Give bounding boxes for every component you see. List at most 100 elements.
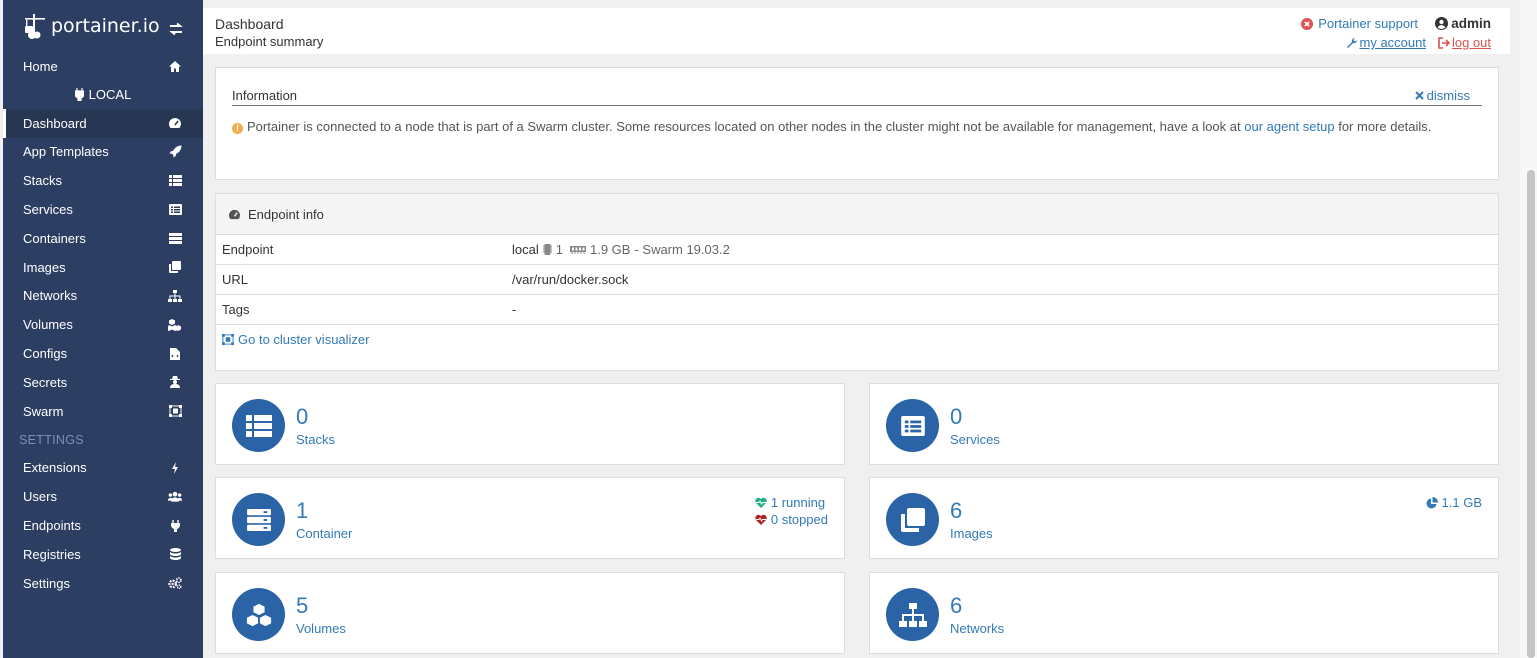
sidebar-item-label: Registries [23,546,81,562]
container-status: 1 running 0 stopped [755,494,828,528]
cubes-icon [232,588,285,641]
sidebar-item-volumes[interactable]: Volumes [3,310,203,339]
containers-tile[interactable]: 1 Container 1 running 0 stopped [215,477,845,559]
clone-icon [886,493,939,546]
close-icon [1414,91,1424,100]
sidebar-item-networks[interactable]: Networks [3,282,203,311]
images-tile[interactable]: 6 Images 1.1 GB [869,477,1499,559]
stacks-label: Stacks [296,432,336,447]
dismiss-label: dismiss [1426,88,1470,103]
brand: portainer.io [3,0,203,52]
sidebar-item-label: Swarm [23,403,64,419]
endpoint-info-header: Endpoint info [216,194,1498,235]
sidebar-item-endpoints[interactable]: Endpoints [3,511,203,540]
agent-setup-link[interactable]: our agent setup [1244,119,1334,134]
sidebar-item-secrets[interactable]: Secrets [3,368,203,397]
wrench-icon [1346,37,1357,48]
scrollbar-thumb[interactable] [1527,170,1535,658]
sidebar-item-users[interactable]: Users [3,482,203,511]
sidebar-item-label: Containers [23,230,86,246]
my-account-label: my account [1359,35,1426,50]
log-out-link[interactable]: log out [1438,35,1491,50]
sidebar-item-swarm[interactable]: Swarm [3,397,203,426]
table-row: URL /var/run/docker.sock [216,265,1498,295]
services-label: Services [950,432,1000,447]
sidebar-item-label: Users [23,489,57,505]
sidebar-item-label: Images [23,259,66,275]
row-key: Endpoint [222,242,274,257]
endpoint-info-panel: Endpoint info Endpoint local 1 1.9 GB - … [215,193,1499,371]
portainer-support-link[interactable]: Portainer support [1301,16,1418,31]
object-group-icon [222,334,234,345]
sidebar-item-dashboard[interactable]: Dashboard [3,108,203,138]
th-list-icon [232,399,285,452]
information-header: Information dismiss [232,88,1482,106]
username: admin [1451,16,1491,31]
row-value: - [512,302,517,317]
logo-text: portainer.io [51,15,160,37]
sign-out-icon [1438,36,1450,49]
images-label: Images [950,526,993,541]
sidebar-item-registries[interactable]: Registries [3,540,203,569]
sidebar-item-configs[interactable]: Configs [3,339,203,368]
stopped-status: 0 stopped [755,511,828,528]
support-label: Portainer support [1318,16,1418,31]
sidebar-item-extensions[interactable]: Extensions [3,454,203,483]
sidebar-item-label: Settings [23,575,70,591]
stacks-tile[interactable]: 0 Stacks [215,383,845,465]
page-title: Dashboard [215,16,284,32]
sidebar-item-containers[interactable]: Containers [3,224,203,253]
sidebar-item-label: App Templates [23,144,109,160]
cogs-icon [168,576,182,590]
endpoint-section-header: LOCAL [3,81,203,109]
services-tile[interactable]: 0 Services [869,383,1499,465]
sidebar-item-label: Stacks [23,173,63,189]
rocket-icon [168,145,182,159]
cluster-visualizer-link[interactable]: Go to cluster visualizer [222,332,370,347]
sitemap-icon [168,289,182,303]
list-alt-icon [886,399,939,452]
cubes-icon [168,318,182,332]
stopped-count: 0 stopped [770,512,828,527]
sidebar-item-services[interactable]: Services [3,195,203,224]
pie-chart-icon [1426,496,1438,508]
sidebar-item-stacks[interactable]: Stacks [3,166,203,195]
information-message: ! Portainer is connected to a node that i… [232,118,1448,135]
vertical-scrollbar[interactable] [1520,0,1537,658]
times-circle-icon [1301,17,1314,30]
message-text-end: for more details. [1334,119,1432,134]
dismiss-button[interactable]: dismiss [1414,88,1470,103]
sidebar-item-settings[interactable]: Settings [3,569,203,598]
page-header: Dashboard Endpoint summary Portainer sup… [203,8,1510,54]
file-code-icon [168,347,182,361]
log-out-label: log out [1451,35,1491,50]
information-panel: Information dismiss ! Portainer is connec… [215,67,1499,180]
users-icon [168,490,182,504]
user-circle-icon [1435,17,1449,30]
my-account-link[interactable]: my account [1346,35,1426,50]
memory-size: 1.9 GB [589,242,631,257]
row-value: /var/run/docker.sock [512,272,629,287]
images-count: 6 [950,498,963,523]
table-row: Tags - [216,295,1498,325]
portainer-logo[interactable]: portainer.io [23,12,160,40]
volumes-label: Volumes [296,621,346,636]
sidebar-item-label: Configs [23,346,68,362]
sidebar-item-label: Dashboard [23,115,87,131]
sidebar-item-images[interactable]: Images [3,253,203,282]
sidebar-item-home[interactable]: Home [3,52,203,81]
endpoint-name: LOCAL [88,87,132,103]
endpoint-name-value: local [512,242,539,257]
sidebar-item-app-templates[interactable]: App Templates [3,138,203,167]
tachometer-icon [229,209,240,219]
row-key: URL [222,272,249,287]
sidebar-item-label: Services [23,202,73,218]
volumes-tile[interactable]: 5 Volumes [215,572,845,654]
database-icon [168,547,182,561]
swap-icon[interactable] [169,22,183,39]
cpu-count: 1 [555,242,563,257]
home-icon [168,59,182,73]
networks-tile[interactable]: 6 Networks [869,572,1499,654]
table-row: Endpoint local 1 1.9 GB - Swarm 19.03.2 [216,235,1498,265]
page-subtitle: Endpoint summary [215,34,324,49]
